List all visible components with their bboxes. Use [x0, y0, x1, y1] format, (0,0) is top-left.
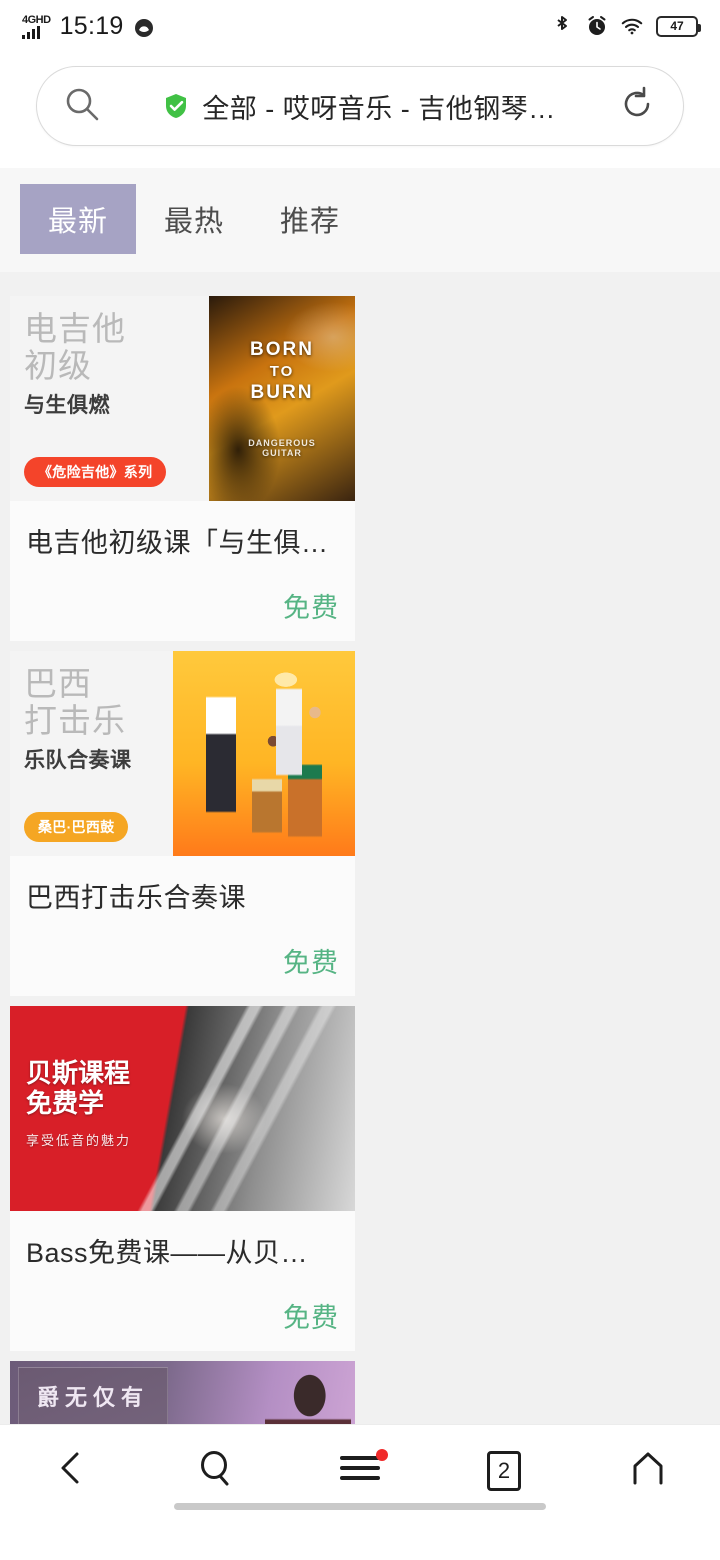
- web-page-content: 最新 最热 推荐 电吉他 初级 与生俱燃 《危险吉他》系列 BORN TO BU…: [0, 168, 720, 1516]
- banner-title-line2: 初级: [24, 347, 92, 384]
- series-badge: 桑巴·巴西鼓: [24, 812, 129, 842]
- course-title[interactable]: Bass免费课——从贝…: [26, 1231, 339, 1270]
- weather-icon: [133, 17, 155, 39]
- url-text-container[interactable]: 全部 - 哎呀音乐 - 吉他钢琴…: [101, 87, 617, 126]
- thumb-text-line3: BURN: [250, 382, 314, 403]
- born-to-burn-guitar-cover: BORN TO BURN DANGEROUS GUITAR: [209, 296, 355, 501]
- menu-notification-badge: [376, 1448, 388, 1461]
- brazilian-percussion-illustration: [173, 651, 355, 856]
- course-title[interactable]: 巴西打击乐合奏课: [26, 876, 339, 915]
- browser-bottom-nav: 2: [0, 1424, 720, 1516]
- course-banner: 电吉他 初级 与生俱燃 《危险吉他》系列 BORN TO BURN DANGER…: [10, 296, 355, 501]
- nav-home-button[interactable]: [588, 1425, 708, 1517]
- banner-text-block: 巴西 打击乐 乐队合奏课 桑巴·巴西鼓: [10, 651, 173, 856]
- network-type-label: 4GHD: [22, 14, 51, 26]
- series-badge: 《危险吉他》系列: [24, 457, 167, 487]
- thumb-text-line4: DANGEROUS GUITAR: [248, 438, 316, 458]
- banner-subtitle: 乐队合奏课: [24, 749, 132, 772]
- search-icon[interactable]: [63, 85, 101, 128]
- banner-title-line1: 爵无仅有: [36, 1385, 149, 1410]
- banner-text-block: 电吉他 初级 与生俱燃 《危险吉他》系列: [10, 296, 209, 501]
- tab-hottest[interactable]: 最热: [136, 184, 252, 254]
- course-price: 免费: [283, 593, 339, 623]
- nav-back-button[interactable]: [12, 1425, 132, 1517]
- home-icon[interactable]: [629, 1449, 667, 1492]
- thumb-text-line1: BORN: [250, 339, 314, 360]
- bluetooth-icon: [551, 15, 573, 37]
- course-banner: 巴西 打击乐 乐队合奏课 桑巴·巴西鼓: [10, 651, 355, 856]
- tab-newest[interactable]: 最新: [20, 184, 137, 254]
- banner-subtitle: 与生俱燃: [24, 394, 110, 417]
- course-banner: 贝斯课程 免费学 享受低音的魅力: [10, 1006, 355, 1211]
- course-grid: 电吉他 初级 与生俱燃 《危险吉他》系列 BORN TO BURN DANGER…: [0, 296, 720, 1516]
- banner-title-line2: 打击乐: [24, 702, 126, 739]
- banner-subtitle: 享受低音的魅力: [26, 1133, 132, 1148]
- tab-recommended[interactable]: 推荐: [252, 184, 368, 254]
- banner-title-line1: 巴西: [24, 665, 92, 702]
- url-label[interactable]: 全部 - 哎呀音乐 - 吉他钢琴…: [202, 87, 556, 126]
- status-clock: 15:19: [59, 12, 124, 40]
- tab-switcher-icon[interactable]: 2: [487, 1450, 521, 1491]
- banner-title-line1: 贝斯课程: [26, 1058, 131, 1088]
- course-title[interactable]: 电吉他初级课「与生俱…: [26, 521, 339, 560]
- status-bar-right: 47: [551, 15, 701, 37]
- cellular-signal-icon: 4GHD: [22, 15, 51, 39]
- course-card[interactable]: 电吉他 初级 与生俱燃 《危险吉他》系列 BORN TO BURN DANGER…: [10, 296, 355, 641]
- alarm-icon: [586, 15, 608, 37]
- course-price: 免费: [283, 948, 339, 978]
- status-bar-left: 4GHD 15:19: [22, 13, 155, 39]
- wifi-icon: [621, 15, 643, 37]
- shield-check-icon: [162, 92, 190, 120]
- banner-title-line1: 电吉他: [24, 310, 126, 347]
- banner-title-line2: 免费学: [26, 1088, 105, 1118]
- course-card[interactable]: 贝斯课程 免费学 享受低音的魅力 Bass免费课——从贝… 免费: [10, 1006, 355, 1351]
- signal-bars-icon: [22, 26, 40, 39]
- course-price: 免费: [283, 1303, 339, 1333]
- gesture-home-bar[interactable]: [174, 1503, 546, 1510]
- category-tab-bar: 最新 最热 推荐: [0, 168, 720, 272]
- browser-toolbar: 全部 - 哎呀音乐 - 吉他钢琴…: [0, 52, 720, 168]
- url-bar[interactable]: 全部 - 哎呀音乐 - 吉他钢琴…: [36, 66, 684, 146]
- search-icon[interactable]: [198, 1449, 234, 1492]
- course-card[interactable]: 巴西 打击乐 乐队合奏课 桑巴·巴西鼓 巴西打击乐合奏课 免费: [10, 651, 355, 996]
- battery-indicator: 47: [656, 15, 701, 37]
- course-info: 电吉他初级课「与生俱… 免费: [10, 501, 355, 641]
- battery-percent-label: 47: [670, 19, 684, 33]
- refresh-icon[interactable]: [617, 84, 657, 129]
- status-bar: 4GHD 15:19 47: [0, 0, 720, 52]
- course-info: Bass免费课——从贝… 免费: [10, 1211, 355, 1351]
- course-info: 巴西打击乐合奏课 免费: [10, 856, 355, 996]
- back-chevron-icon[interactable]: [55, 1449, 89, 1492]
- menu-icon[interactable]: [338, 1453, 382, 1488]
- thumb-text-line2: TO: [269, 363, 295, 380]
